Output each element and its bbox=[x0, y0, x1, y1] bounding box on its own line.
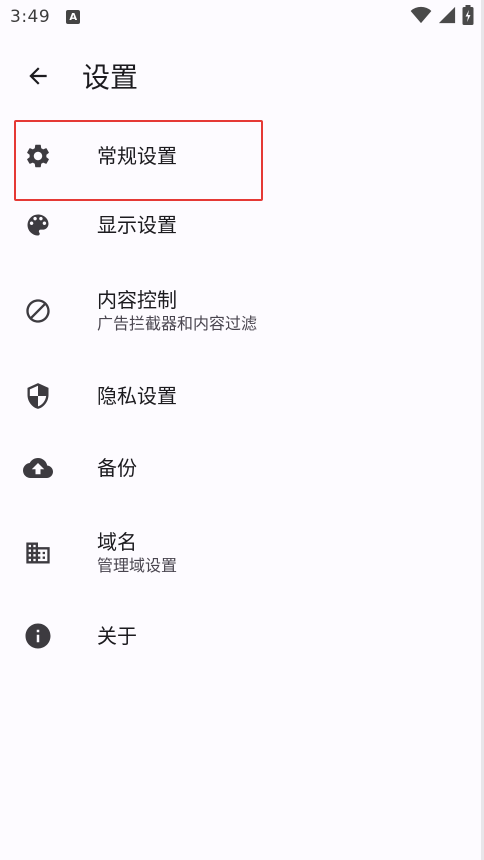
settings-item-backup[interactable]: 备份 bbox=[0, 434, 484, 502]
status-bar: 3:49 A bbox=[0, 0, 484, 34]
domain-icon bbox=[22, 537, 54, 569]
wifi-icon bbox=[410, 6, 432, 28]
page-title: 设置 bbox=[82, 61, 139, 94]
item-title: 域名 bbox=[97, 530, 137, 554]
settings-item-content-control[interactable]: 内容控制 广告拦截器和内容过滤 bbox=[0, 268, 484, 354]
item-texts: 隐私设置 bbox=[97, 383, 177, 409]
signal-icon bbox=[438, 6, 456, 28]
item-title: 显示设置 bbox=[97, 213, 177, 237]
block-icon bbox=[22, 295, 54, 327]
item-title: 关于 bbox=[97, 624, 137, 648]
arrow-back-icon bbox=[29, 67, 47, 85]
item-subtitle: 广告拦截器和内容过滤 bbox=[97, 314, 258, 333]
item-title: 隐私设置 bbox=[97, 384, 177, 408]
notification-icon: A bbox=[66, 10, 81, 24]
palette-icon bbox=[22, 209, 54, 241]
settings-item-display[interactable]: 显示设置 bbox=[0, 192, 484, 258]
item-subtitle: 管理域设置 bbox=[97, 556, 178, 575]
info-icon bbox=[22, 620, 54, 652]
item-texts: 显示设置 bbox=[97, 212, 177, 238]
battery-icon bbox=[462, 5, 474, 29]
item-texts: 内容控制 广告拦截器和内容过滤 bbox=[97, 287, 257, 335]
settings-item-privacy[interactable]: 隐私设置 bbox=[0, 362, 484, 430]
shield-icon bbox=[22, 380, 54, 412]
cloud-upload-icon bbox=[22, 452, 54, 484]
settings-item-about[interactable]: 关于 bbox=[0, 602, 484, 670]
item-texts: 关于 bbox=[97, 623, 137, 649]
gear-icon bbox=[22, 140, 54, 172]
item-title: 内容控制 bbox=[97, 288, 177, 312]
settings-item-domain[interactable]: 域名 管理域设置 bbox=[0, 510, 484, 596]
item-texts: 域名 管理域设置 bbox=[97, 529, 177, 577]
item-title: 备份 bbox=[97, 456, 137, 480]
back-button[interactable] bbox=[14, 52, 62, 100]
app-bar: 设置 bbox=[0, 44, 484, 108]
item-texts: 备份 bbox=[97, 455, 137, 481]
status-time: 3:49 bbox=[10, 7, 51, 27]
settings-screen: 3:49 A 设置 常规设置 显示设置 内容控制 广告拦截器和内容过滤 隐私设置… bbox=[0, 0, 484, 860]
item-texts: 常规设置 bbox=[97, 143, 177, 169]
status-indicators bbox=[410, 5, 474, 29]
item-title: 常规设置 bbox=[97, 144, 177, 168]
settings-item-general[interactable]: 常规设置 bbox=[0, 120, 484, 192]
